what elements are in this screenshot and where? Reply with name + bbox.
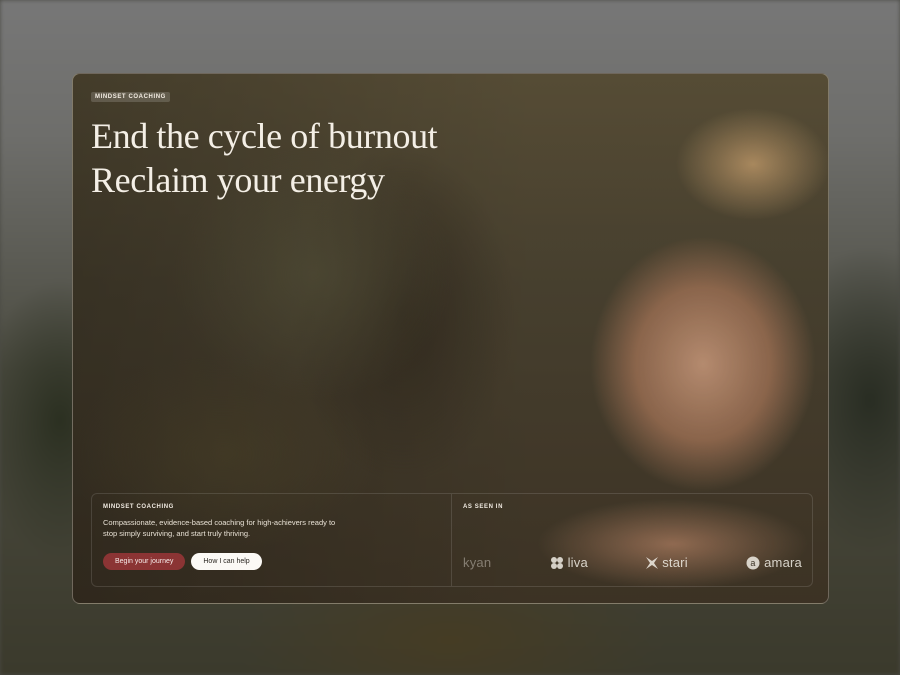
kyan-logo-text: kyan [463, 555, 492, 570]
info-panel: MINDSET COACHING Compassionate, evidence… [91, 493, 813, 587]
amara-logo-text: amara [764, 555, 802, 570]
coaching-section: MINDSET COACHING Compassionate, evidence… [92, 494, 452, 586]
kyan-logo: kyan [463, 555, 491, 570]
section-label: MINDSET COACHING [103, 504, 174, 510]
as-seen-in-section: AS SEEN IN kyan liva stari a amara [452, 494, 812, 586]
how-i-can-help-button[interactable]: How I can help [191, 553, 262, 570]
hero-card: MINDSET COACHING End the cycle of burnou… [72, 73, 829, 604]
liva-logo: liva [550, 555, 588, 570]
eyebrow-badge: MINDSET COACHING [91, 92, 170, 102]
headline-line-1: End the cycle of burnout [91, 116, 438, 156]
cta-group: Begin your journey How I can help [103, 553, 440, 570]
amara-logo-icon: a [746, 556, 760, 569]
liva-logo-text: liva [567, 555, 588, 570]
liva-logo-icon [550, 556, 563, 569]
svg-text:a: a [751, 558, 756, 568]
begin-journey-button[interactable]: Begin your journey [103, 553, 186, 570]
description-text: Compassionate, evidence-based coaching f… [103, 518, 336, 538]
amara-logo: a amara [746, 555, 802, 570]
stari-logo: stari [646, 555, 688, 570]
headline-line-2: Reclaim your energy [91, 160, 385, 200]
stari-logo-text: stari [662, 555, 688, 570]
hero-headline: End the cycle of burnout Reclaim your en… [91, 114, 438, 202]
press-logos: kyan liva stari a amara [463, 555, 802, 570]
stari-logo-icon [646, 556, 659, 569]
as-seen-in-label: AS SEEN IN [463, 504, 504, 510]
